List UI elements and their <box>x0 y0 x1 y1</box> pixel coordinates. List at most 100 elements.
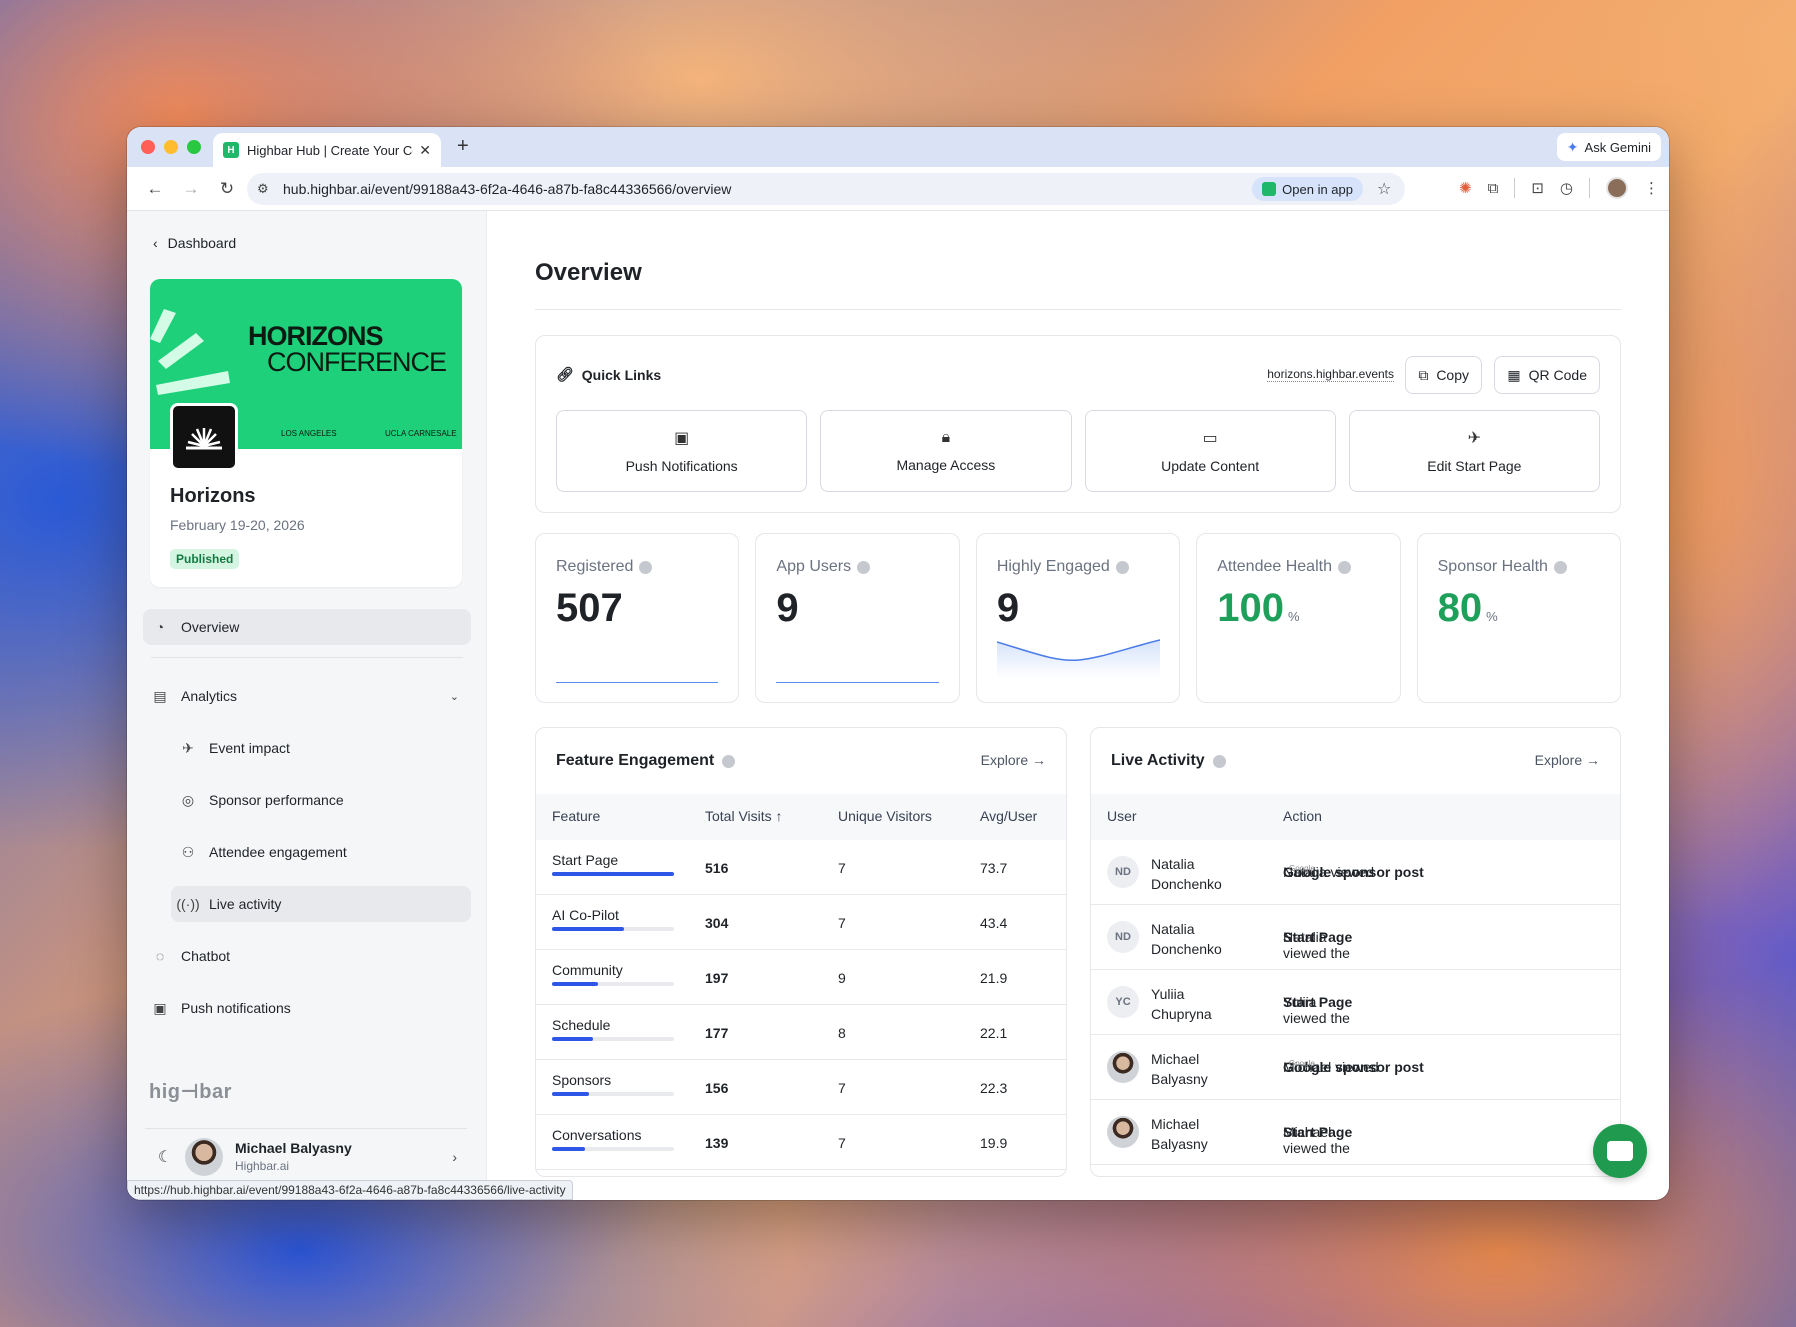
sidebar-item-attendee-engagement[interactable]: ⚇ Attendee engagement <box>171 834 471 870</box>
push-notifications-card[interactable]: ▣ Push Notifications <box>556 410 808 492</box>
column-header-unique-visitors[interactable]: Unique Visitors <box>838 808 932 824</box>
activity-row[interactable]: YC Yuliia Chupryna Yuliia viewed the Start … <box>1091 970 1620 1035</box>
avg-per-user: 73.7 <box>980 860 1008 876</box>
info-icon[interactable] <box>1337 560 1351 574</box>
rocket-icon: ✈ <box>1467 430 1482 447</box>
user-menu[interactable]: ☾ Michael Balyasny Highbar.ai › <box>145 1128 467 1184</box>
feature-bar-fill <box>552 927 624 931</box>
column-header-feature[interactable]: Feature <box>552 808 600 824</box>
info-icon[interactable] <box>1553 560 1567 574</box>
table-header: User Action <box>1091 794 1620 840</box>
cast-search-icon[interactable]: ⊡ <box>1531 179 1544 197</box>
stat-sparkline <box>776 682 939 683</box>
total-visits: 516 <box>705 860 729 876</box>
avg-per-user: 22.1 <box>980 1025 1008 1041</box>
column-header-avg-user[interactable]: Avg/User <box>980 808 1037 824</box>
info-icon[interactable] <box>639 560 653 574</box>
activity-row[interactable]: Michael Balyasny Michael viewed Google Googl… <box>1091 1035 1620 1100</box>
sidebar-item-push-notifications[interactable]: ▣ Push notifications <box>143 990 471 1026</box>
user-last-name: Chupryna <box>1151 1006 1212 1022</box>
tab-close-icon[interactable]: ✕ <box>419 142 431 159</box>
moon-icon[interactable]: ☾ <box>145 1147 185 1167</box>
panel-title: Live Activity <box>1111 752 1226 770</box>
extensions-puzzle-icon[interactable]: ⧉ <box>1488 180 1499 197</box>
new-tab-button[interactable]: + <box>457 135 469 158</box>
site-settings-icon[interactable]: ⚙ <box>257 181 277 197</box>
profile-avatar[interactable] <box>1606 177 1628 199</box>
link-status-bar: https://hub.highbar.ai/event/99188a43-6f… <box>127 1180 573 1200</box>
table-row[interactable]: Start Page 516 7 73.7 <box>536 840 1066 895</box>
total-visits: 139 <box>705 1135 729 1151</box>
address-bar[interactable]: ⚙ hub.highbar.ai/event/99188a43-6f2a-464… <box>247 173 1405 205</box>
open-in-app-button[interactable]: Open in app <box>1252 177 1363 201</box>
bookmark-star-icon[interactable]: ☆ <box>1377 179 1399 199</box>
activity-row[interactable]: Michael Balyasny Michael viewed the Start … <box>1091 1100 1620 1165</box>
activity-row[interactable]: ND Natalia Donchenko Natalia viewed the Sta… <box>1091 905 1620 970</box>
menu-kebab-icon[interactable]: ⋮ <box>1644 179 1659 197</box>
sidebar-item-overview[interactable]: ◔ Overview <box>143 609 471 645</box>
action-text: Natalia viewed Google Google sponsor post <box>1283 864 1424 880</box>
copy-button[interactable]: ⧉ Copy <box>1405 356 1482 394</box>
dashboard-label: Dashboard <box>167 235 237 251</box>
unique-visitors: 7 <box>838 1135 846 1151</box>
sidebar-item-event-impact[interactable]: ✈ Event impact <box>171 730 471 766</box>
browser-tab[interactable]: H Highbar Hub | Create Your Co ✕ <box>213 133 441 167</box>
stat-sparkline <box>996 639 1160 678</box>
stat-label-text: Highly Engaged <box>996 558 1110 575</box>
highbar-logo: hig⊣bar <box>149 1081 232 1103</box>
link-icon: 🔗︎ <box>556 366 574 382</box>
edit-start-page-card[interactable]: ✈ Edit Start Page <box>1348 410 1600 492</box>
minimize-window-button[interactable] <box>164 140 178 154</box>
info-icon[interactable] <box>722 754 736 768</box>
avatar: ND <box>1107 921 1139 953</box>
action-text: Michael viewed Google Google sponsor post <box>1283 1059 1424 1075</box>
sidebar-item-chatbot[interactable]: ◌ Chatbot <box>143 938 471 974</box>
quick-links-panel: 🔗︎ Quick Links horizons.highbar.events ⧉… <box>535 335 1621 513</box>
main-content: Overview 🔗︎ Quick Links horizons.highbar… <box>487 211 1669 1200</box>
sidebar-item-label: Analytics <box>181 688 238 704</box>
explore-link[interactable]: Explore → <box>1535 752 1600 768</box>
url-text[interactable]: hub.highbar.ai/event/99188a43-6f2a-4646-… <box>283 181 1252 197</box>
chat-support-button[interactable] <box>1593 1124 1647 1178</box>
panel-title-text: Live Activity <box>1111 752 1205 769</box>
title-divider <box>535 309 1621 310</box>
sidebar-item-live-activity[interactable]: ((·)) Live activity <box>171 886 471 922</box>
extension-sparkle-icon[interactable]: ✺ <box>1459 179 1472 197</box>
sidebar: ‹ Dashboard HORIZONS CONFERENCE LOS ANGE… <box>127 211 487 1200</box>
manage-access-card[interactable]: 🔒︎ Manage Access <box>820 410 1072 492</box>
info-icon[interactable] <box>857 560 871 574</box>
table-row[interactable]: Community 197 9 21.9 <box>536 950 1066 1005</box>
info-icon[interactable] <box>1212 754 1226 768</box>
card-label: Edit Start Page <box>1427 458 1522 474</box>
panel-title: Feature Engagement <box>556 752 736 770</box>
ask-gemini-button[interactable]: ✦ Ask Gemini <box>1556 133 1661 161</box>
sidebar-item-sponsor-performance[interactable]: ◎ Sponsor performance <box>171 782 471 818</box>
column-header-total-visits[interactable]: Total Visits ↑ <box>705 808 783 824</box>
table-row[interactable]: Sponsors 156 7 22.3 <box>536 1060 1066 1115</box>
feature-bar <box>552 1092 674 1096</box>
dashboard-back-link[interactable]: ‹ Dashboard <box>153 235 236 251</box>
avg-per-user: 22.3 <box>980 1080 1008 1096</box>
close-window-button[interactable] <box>141 140 155 154</box>
unique-visitors: 7 <box>838 915 846 931</box>
forward-arrow-icon[interactable]: → <box>173 179 209 199</box>
info-icon[interactable] <box>1115 560 1129 574</box>
activity-row[interactable]: ND Natalia Donchenko Natalia viewed Google Go… <box>1091 840 1620 905</box>
avatar <box>185 1137 223 1176</box>
reload-icon[interactable]: ↻ <box>209 179 245 199</box>
sidebar-item-analytics[interactable]: ▤ Analytics ⌄ <box>143 678 471 714</box>
history-icon[interactable]: ◷ <box>1560 179 1573 197</box>
qr-code-button[interactable]: ▦ QR Code <box>1494 356 1600 394</box>
user-last-name: Balyasny <box>1151 1136 1208 1152</box>
table-row[interactable]: AI Co-Pilot 304 7 43.4 <box>536 895 1066 950</box>
event-url-link[interactable]: horizons.highbar.events <box>1267 367 1394 382</box>
back-arrow-icon[interactable]: ← <box>137 179 173 199</box>
total-visits: 156 <box>705 1080 729 1096</box>
stat-number: 80 <box>1437 586 1483 630</box>
maximize-window-button[interactable] <box>187 140 201 154</box>
update-content-card[interactable]: ▭ Update Content <box>1084 410 1336 492</box>
table-row[interactable]: Conversations 139 7 19.9 <box>536 1115 1066 1170</box>
explore-link[interactable]: Explore → <box>981 752 1046 768</box>
table-row[interactable]: Schedule 177 8 22.1 <box>536 1005 1066 1060</box>
card-label: Push Notifications <box>625 458 738 474</box>
